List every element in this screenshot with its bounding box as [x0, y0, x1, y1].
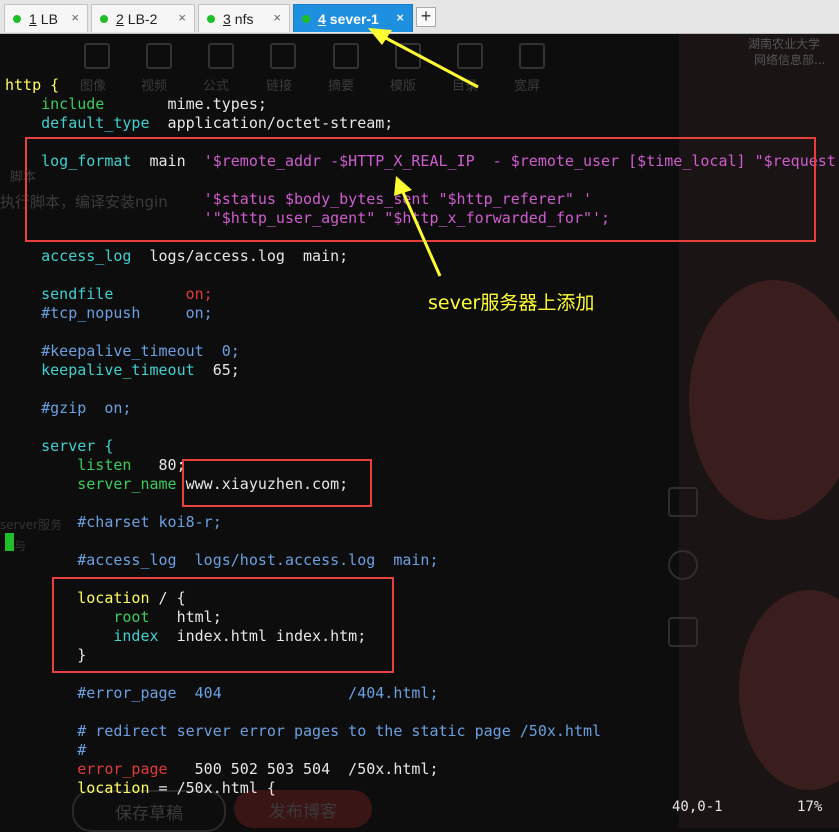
close-icon[interactable]: × — [273, 10, 281, 25]
connected-status-dot — [207, 14, 215, 23]
close-icon[interactable]: × — [71, 10, 79, 25]
code-value: mime.types; — [104, 95, 267, 113]
close-icon[interactable]: × — [396, 10, 404, 25]
annotation-box-server-name — [182, 459, 372, 507]
code-line: access_log logs/access.log main; — [5, 247, 348, 266]
tab-label: LB-2 — [127, 10, 158, 27]
scroll-percent: 17% — [797, 799, 823, 815]
code-line: listen 80; — [5, 456, 186, 475]
code-line: #gzip on; — [5, 399, 131, 418]
code-comment: # redirect server error pages to the sta… — [5, 722, 602, 740]
code-keyword: server_name — [5, 475, 177, 493]
code-value: 80; — [131, 456, 186, 474]
tab-number: 1 — [29, 10, 37, 27]
annotation-callout: sever服务器上添加 — [428, 292, 595, 314]
code-line: #tcp_nopush on; — [5, 304, 213, 323]
new-tab-button[interactable]: + — [416, 7, 436, 27]
connected-status-dot — [302, 14, 310, 23]
code-line: location = /50x.html { — [5, 779, 276, 798]
code-line: # redirect server error pages to the sta… — [5, 722, 601, 741]
code-token: http { — [5, 76, 60, 94]
code-line: sendfile on; — [5, 285, 213, 304]
code-comment: # — [5, 741, 87, 759]
code-keyword: include — [5, 95, 105, 113]
tab-number: 4 — [318, 10, 326, 27]
annotation-box-location — [52, 577, 394, 673]
code-keyword: server { — [5, 437, 114, 455]
tab-label: sever-1 — [329, 10, 379, 27]
cursor-position: 40,0-1 — [672, 799, 723, 815]
code-keyword: access_log — [5, 247, 132, 265]
code-comment: #keepalive_timeout 0; — [5, 342, 240, 360]
code-value: logs/access.log main; — [131, 247, 349, 265]
code-comment: #charset koi8-r; — [5, 513, 222, 531]
terminal-cursor — [5, 533, 14, 551]
connected-status-dot — [13, 14, 21, 23]
code-line: default_type application/octet-stream; — [5, 114, 393, 133]
code-line: error_page 500 502 503 504 /50x.html; — [5, 760, 439, 779]
session-tab-bar: 1 LB × 2 LB-2 × 3 nfs × 4 sever-1 × + — [0, 0, 839, 34]
code-line: # — [5, 741, 86, 760]
code-keyword: keepalive_timeout — [5, 361, 195, 379]
code-value: on; — [113, 285, 213, 303]
code-line: keepalive_timeout 65; — [5, 361, 240, 380]
tab-label: LB — [40, 10, 58, 27]
tab-lb-2[interactable]: 2 LB-2 × — [91, 4, 195, 32]
code-line: #keepalive_timeout 0; — [5, 342, 240, 361]
code-value: 65; — [194, 361, 240, 379]
connected-status-dot — [100, 14, 108, 23]
code-keyword: location — [5, 779, 150, 797]
tab-nfs[interactable]: 3 nfs × — [198, 4, 290, 32]
code-value: = /50x.html { — [149, 779, 276, 797]
code-keyword: default_type — [5, 114, 150, 132]
code-comment: #gzip on; — [5, 399, 132, 417]
code-value: 500 502 503 504 /50x.html; — [167, 760, 439, 778]
code-keyword: sendfile — [5, 285, 114, 303]
tab-number: 2 — [116, 10, 124, 27]
code-line: #charset koi8-r; — [5, 513, 222, 532]
code-line: #access_log logs/host.access.log main; — [5, 551, 438, 570]
code-keyword: listen — [5, 456, 132, 474]
close-icon[interactable]: × — [178, 10, 186, 25]
tab-sever-1[interactable]: 4 sever-1 × — [293, 4, 413, 32]
annotation-box-log-format — [25, 137, 816, 242]
tab-lb[interactable]: 1 LB × — [4, 4, 88, 32]
code-keyword: error_page — [5, 760, 168, 778]
tab-number: 3 — [223, 10, 231, 27]
code-comment: #access_log logs/host.access.log main; — [5, 551, 439, 569]
code-comment: #tcp_nopush on; — [5, 304, 213, 322]
code-value: application/octet-stream; — [149, 114, 394, 132]
code-comment: #error_page 404 /404.html; — [5, 684, 439, 702]
code-line: #error_page 404 /404.html; — [5, 684, 438, 703]
code-line: server { — [5, 437, 113, 456]
code-line: http { — [5, 76, 59, 95]
tab-label: nfs — [234, 10, 254, 27]
code-line: include mime.types; — [5, 95, 267, 114]
